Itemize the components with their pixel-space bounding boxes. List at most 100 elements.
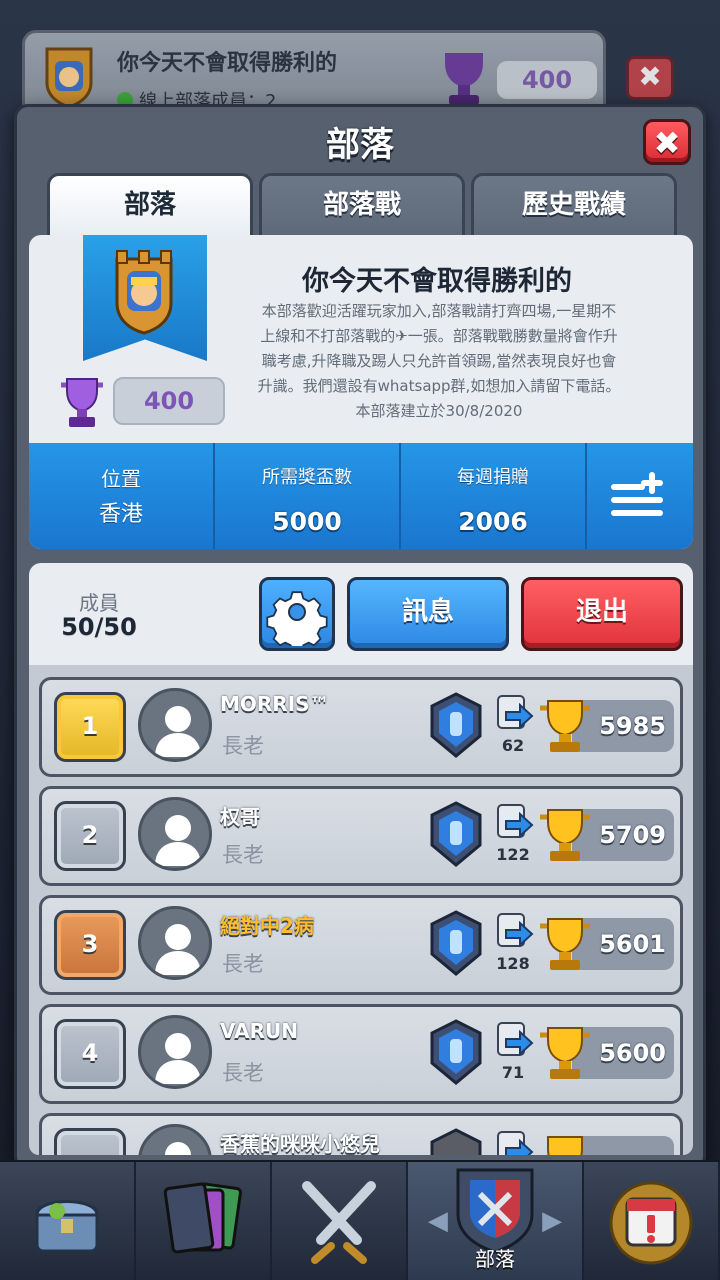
nav-events[interactable] <box>584 1162 720 1280</box>
description-line: 本部落歡迎活躍玩家加入,部落戰請打齊四場,一星期不 <box>261 302 617 320</box>
clan-shield-icon <box>456 1168 534 1254</box>
stat-required-value: 5000 <box>272 507 342 536</box>
clan-description: 本部落歡迎活躍玩家加入,部落戰請打齊四場,一星期不 上線和不打部落戰的✈一張。部… <box>239 299 639 424</box>
nav-shop[interactable] <box>0 1162 136 1280</box>
member-name: 权哥 <box>220 805 260 829</box>
list-add-icon <box>611 472 663 516</box>
member-donations: 128 <box>496 954 530 973</box>
chevron-left-icon: ◀ <box>427 1206 448 1236</box>
trophy-icon <box>547 1136 583 1155</box>
member-rank: 3 <box>54 910 126 980</box>
clan-founded-date: 本部落建立於30/8/2020 <box>355 402 523 420</box>
member-name: 絕對中2病 <box>220 914 314 938</box>
members-label: 成員 <box>79 591 119 615</box>
clan-trophy-count: 400 <box>113 377 225 425</box>
nav-clan[interactable]: ◀ ▶ 部落 <box>407 1162 585 1280</box>
clan-menu-button[interactable] <box>587 443 693 549</box>
clan-modal: 部落 ✖ 部落 部落戰 歷史戰績 你今天不會取得勝利的 本部落歡迎活躍玩家加入,… <box>14 104 706 1170</box>
member-row[interactable]: 香蕉的咪咪小悠兒 <box>39 1113 683 1155</box>
member-donations: 71 <box>501 1063 525 1082</box>
member-rank: 4 <box>54 1019 126 1089</box>
stat-location: 位置 香港 <box>29 443 215 549</box>
member-role: 長老 <box>222 1061 264 1085</box>
avatar <box>138 1015 212 1089</box>
stat-location-label: 位置 <box>101 467 141 491</box>
member-rank: 2 <box>54 801 126 871</box>
gear-icon <box>266 591 328 653</box>
member-name: VARUN <box>220 1019 298 1043</box>
tab-war-history[interactable]: 歷史戰績 <box>471 173 677 235</box>
stat-weekly-donations: 每週捐贈 2006 <box>401 443 587 549</box>
arena-icon <box>430 692 482 758</box>
members-header: 成員 50/50 訊息 退出 <box>29 563 693 665</box>
modal-title: 部落 <box>326 125 394 165</box>
member-name: MORRIS™ <box>220 692 330 716</box>
tab-clan-war[interactable]: 部落戰 <box>259 173 465 235</box>
chest-icon <box>35 1200 99 1253</box>
member-rank <box>54 1128 126 1155</box>
clan-name: 你今天不會取得勝利的 <box>302 266 572 297</box>
donation-icon <box>497 913 534 948</box>
trophy-icon <box>540 809 590 861</box>
stat-required-label: 所需獎盃數 <box>262 467 352 488</box>
arena-icon <box>430 1128 482 1155</box>
clan-stats-bar: 位置 香港 所需獎盃數 5000 每週捐贈 2006 <box>29 443 693 549</box>
tab-clan[interactable]: 部落 <box>47 173 253 239</box>
nav-battle[interactable] <box>272 1162 408 1280</box>
member-rank: 1 <box>54 692 126 762</box>
member-row[interactable]: 2 权哥 長老 122 5709 <box>39 786 683 886</box>
stat-donations-value: 2006 <box>458 507 528 536</box>
avatar <box>138 906 212 980</box>
settings-button[interactable] <box>259 577 335 653</box>
avatar <box>138 688 212 762</box>
notification-close-icon[interactable]: ✖ <box>626 56 674 100</box>
description-line: 升識。我們還設有whatsapp群,如想加入請留下電話。 <box>257 377 621 395</box>
close-button[interactable]: ✖ <box>643 119 691 165</box>
chevron-right-icon: ▶ <box>542 1206 563 1236</box>
donation-icon <box>497 804 534 839</box>
stat-donations-label: 每週捐贈 <box>457 467 529 488</box>
members-count: 50/50 <box>61 613 137 641</box>
crossed-swords-icon <box>301 1181 376 1264</box>
description-line: 上線和不打部落戰的✈一張。部落戰戰勝數量將會作升 <box>260 327 618 345</box>
member-donations: 62 <box>501 736 525 755</box>
members-list[interactable]: 1 MORRIS™ 長老 62 5985 2 权哥 長老 122 5709 3 … <box>29 665 693 1155</box>
event-calendar-icon <box>609 1181 693 1265</box>
trophy-icon <box>61 378 103 427</box>
clan-info-panel: 你今天不會取得勝利的 本部落歡迎活躍玩家加入,部落戰請打齊四場,一星期不 上線和… <box>29 235 693 549</box>
arena-icon <box>430 910 482 976</box>
member-row[interactable]: 3 絕對中2病 長老 128 5601 <box>39 895 683 995</box>
member-row[interactable]: 1 MORRIS™ 長老 62 5985 <box>39 677 683 777</box>
donation-icon <box>497 1131 534 1155</box>
avatar <box>138 797 212 871</box>
donation-icon <box>497 695 534 730</box>
clan-badge-icon <box>45 47 93 107</box>
clan-badge-icon <box>115 250 173 335</box>
stat-location-value: 香港 <box>98 502 143 527</box>
notification-trophy-count: 400 <box>497 61 597 99</box>
leave-button[interactable]: 退出 <box>521 577 683 651</box>
nav-clan-label: 部落 <box>474 1247 515 1271</box>
member-donations: 122 <box>496 845 530 864</box>
cards-icon <box>163 1182 242 1254</box>
member-role: 長老 <box>222 843 264 867</box>
description-line: 職考慮,升降職及踢人只允許首領踢,當然表現良好也會 <box>261 352 617 370</box>
message-button[interactable]: 訊息 <box>347 577 509 651</box>
member-row[interactable]: 4 VARUN 長老 71 5600 <box>39 1004 683 1104</box>
trophy-icon <box>445 53 483 105</box>
tab-bar: 部落 部落戰 歷史戰績 <box>47 173 677 239</box>
close-icon: ✖ <box>653 124 681 162</box>
bottom-nav: ◀ ▶ 部落 <box>0 1160 720 1280</box>
trophy-icon <box>540 918 590 970</box>
arena-icon <box>430 801 482 867</box>
stat-required-trophies: 所需獎盃數 5000 <box>215 443 401 549</box>
trophy-icon <box>540 1027 590 1079</box>
arena-icon <box>430 1019 482 1085</box>
member-role: 長老 <box>222 952 264 976</box>
nav-cards[interactable] <box>136 1162 272 1280</box>
trophy-icon <box>540 700 590 752</box>
member-role: 長老 <box>222 734 264 758</box>
member-name: 香蕉的咪咪小悠兒 <box>220 1132 380 1155</box>
notification-clan-name: 你今天不會取得勝利的 <box>117 51 338 76</box>
donation-icon <box>497 1022 534 1057</box>
